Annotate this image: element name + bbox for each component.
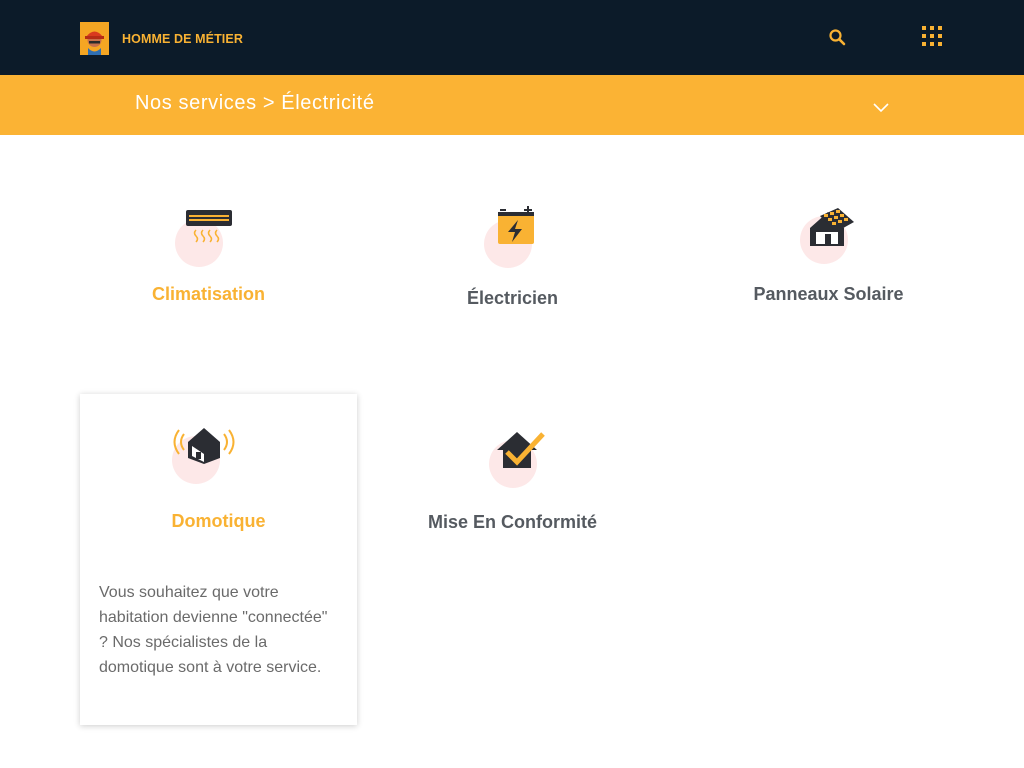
solar-house-icon — [798, 204, 858, 271]
service-card-mise-en-conformite[interactable]: Mise En Conformité — [384, 422, 641, 542]
logo-icon[interactable] — [80, 22, 109, 55]
service-title: Électricien — [466, 288, 559, 308]
search-icon[interactable] — [827, 27, 849, 49]
brand-name[interactable]: HOMME DE MÉTIER — [122, 32, 243, 46]
battery-bolt-icon — [482, 204, 542, 275]
service-title: Mise En Conformité — [427, 512, 597, 532]
service-title: Climatisation — [151, 284, 266, 304]
service-card-domotique[interactable]: Domotique Vous souhaitez que votre habit… — [80, 394, 357, 725]
service-card-climatisation[interactable]: Climatisation — [80, 200, 337, 320]
air-conditioner-icon — [174, 206, 234, 275]
service-description: Vous souhaitez que votre habitation devi… — [99, 584, 328, 676]
breadcrumb: Nos services > Électricité — [135, 92, 375, 114]
apps-grid-icon[interactable] — [922, 26, 946, 50]
smart-home-icon — [170, 420, 238, 491]
service-title: Panneaux Solaire — [753, 284, 904, 304]
house-check-icon — [487, 428, 551, 495]
chevron-down-icon[interactable] — [871, 100, 891, 114]
service-card-electricien[interactable]: Électricien — [384, 200, 641, 320]
service-card-panneaux-solaire[interactable]: Panneaux Solaire — [700, 200, 957, 320]
top-navbar: HOMME DE MÉTIER — [0, 0, 1024, 75]
service-title: Domotique — [171, 511, 266, 531]
